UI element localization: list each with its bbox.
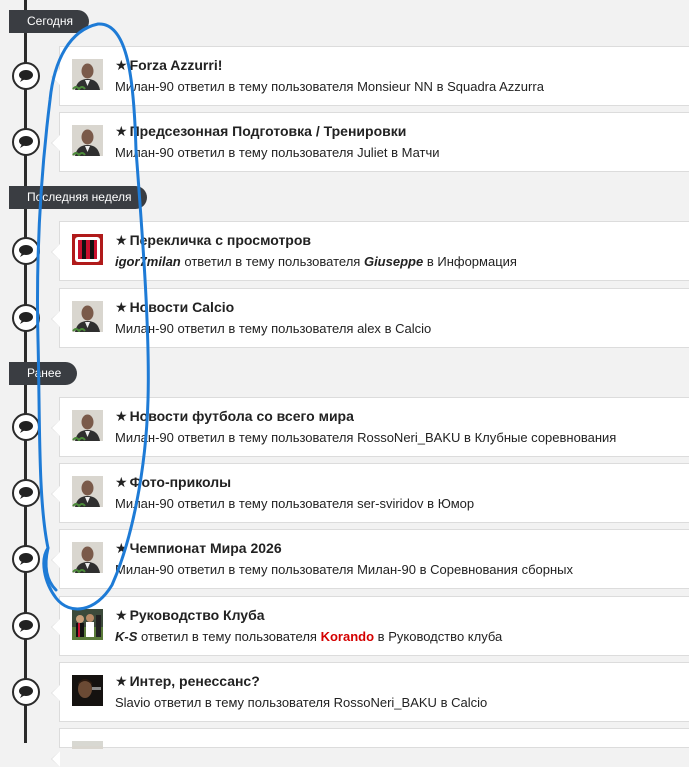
author-link[interactable]: Korando	[321, 629, 374, 644]
author-link[interactable]: alex	[357, 321, 381, 336]
user-link[interactable]: Милан-90	[115, 145, 174, 160]
avatar[interactable]	[72, 234, 103, 265]
star-icon: ★	[115, 408, 128, 424]
user-link[interactable]: Милан-90	[115, 430, 174, 445]
activity-card[interactable]: ★ Forza Azzurri! Милан-90 ответил в тему …	[51, 46, 689, 106]
activity-card-partial[interactable]	[51, 728, 689, 767]
forum-link[interactable]: Юмор	[438, 496, 474, 511]
author-link[interactable]: RossoNeri_BAKU	[357, 430, 460, 445]
author-link[interactable]: Giuseppe	[364, 254, 423, 269]
user-link[interactable]: Милан-90	[115, 562, 174, 577]
speech-bubble-icon	[12, 678, 40, 706]
activity-meta: Милан-90 ответил в тему пользователя Мил…	[115, 562, 574, 577]
author-link[interactable]: Милан-90	[357, 562, 416, 577]
activity-meta: Милан-90 ответил в тему пользователя ser…	[115, 496, 475, 511]
forum-link[interactable]: Calcio	[451, 695, 487, 710]
forum-link[interactable]: Соревнования сборных	[430, 562, 573, 577]
forum-link[interactable]: Calcio	[395, 321, 431, 336]
speech-bubble-icon	[12, 304, 40, 332]
author-link[interactable]: ser-sviridov	[357, 496, 423, 511]
forum-link[interactable]: Информация	[437, 254, 517, 269]
user-link[interactable]: Slavio	[115, 695, 150, 710]
user-link[interactable]: K-S	[115, 629, 137, 644]
avatar[interactable]	[72, 125, 103, 156]
speech-bubble-icon	[12, 237, 40, 265]
topic-title[interactable]: ★ Новости Calcio	[115, 299, 234, 316]
topic-title[interactable]: ★ Интер, ренессанс?	[115, 673, 260, 690]
topic-title[interactable]: ★ Руководство Клуба	[115, 607, 265, 624]
topic-title[interactable]: ★ Новости футбола со всего мира	[115, 408, 354, 425]
forum-link[interactable]: Руководство клуба	[388, 629, 502, 644]
avatar[interactable]	[72, 59, 103, 90]
speech-bubble-icon	[12, 479, 40, 507]
topic-title[interactable]: ★ Фото-приколы	[115, 474, 231, 491]
activity-meta: Милан-90 ответил в тему пользователя Jul…	[115, 145, 440, 160]
speech-bubble-icon	[12, 612, 40, 640]
star-icon: ★	[115, 540, 128, 556]
activity-card[interactable]: ★ Чемпионат Мира 2026 Милан-90 ответил в …	[51, 529, 689, 589]
star-icon: ★	[115, 232, 128, 248]
activity-meta: Милан-90 ответил в тему пользователя ale…	[115, 321, 432, 336]
activity-card[interactable]: ★ Предсезонная Подготовка / Тренировки Ми…	[51, 112, 689, 172]
activity-card[interactable]: ★ Перекличка с просмотров igor7milan отве…	[51, 221, 689, 281]
avatar[interactable]	[72, 675, 103, 706]
avatar[interactable]	[72, 410, 103, 441]
forum-link[interactable]: Squadra Azzurra	[447, 79, 544, 94]
activity-card[interactable]: ★ Фото-приколы Милан-90 ответил в тему по…	[51, 463, 689, 523]
activity-card[interactable]: ★ Новости футбола со всего мира Милан-90 …	[51, 397, 689, 457]
topic-title[interactable]: ★ Перекличка с просмотров	[115, 232, 311, 249]
user-link[interactable]: Милан-90	[115, 321, 174, 336]
forum-link[interactable]: Клубные соревнования	[475, 430, 617, 445]
activity-card[interactable]: ★ Новости Calcio Милан-90 ответил в тему …	[51, 288, 689, 348]
speech-bubble-icon	[12, 413, 40, 441]
star-icon: ★	[115, 57, 128, 73]
author-link[interactable]: RossoNeri_BAKU	[334, 695, 437, 710]
topic-title[interactable]: ★ Чемпионат Мира 2026	[115, 540, 282, 557]
forum-link[interactable]: Матчи	[402, 145, 440, 160]
activity-card[interactable]: ★ Руководство Клуба K-S ответил в тему по…	[51, 596, 689, 656]
speech-bubble-icon	[12, 545, 40, 573]
avatar[interactable]	[72, 741, 103, 749]
speech-bubble-icon	[12, 62, 40, 90]
section-label-today: Сегодня	[9, 10, 89, 33]
topic-title[interactable]: ★ Предсезонная Подготовка / Тренировки	[115, 123, 406, 140]
avatar[interactable]	[72, 301, 103, 332]
activity-meta: igor7milan ответил в тему пользователя G…	[115, 254, 517, 269]
section-label-earlier: Ранее	[9, 362, 78, 385]
star-icon: ★	[115, 123, 128, 139]
avatar[interactable]	[72, 609, 103, 640]
activity-meta: K-S ответил в тему пользователя Korando …	[115, 629, 503, 644]
user-link[interactable]: Милан-90	[115, 496, 174, 511]
activity-meta: Slavio ответил в тему пользователя Rosso…	[115, 695, 488, 710]
user-link[interactable]: igor7milan	[115, 254, 181, 269]
author-link[interactable]: Monsieur NN	[357, 79, 433, 94]
topic-title[interactable]: ★ Forza Azzurri!	[115, 57, 222, 74]
speech-bubble-icon	[12, 128, 40, 156]
star-icon: ★	[115, 299, 128, 315]
activity-card[interactable]: ★ Интер, ренессанс? Slavio ответил в тему…	[51, 662, 689, 722]
avatar[interactable]	[72, 476, 103, 507]
activity-meta: Милан-90 ответил в тему пользователя Ros…	[115, 430, 617, 445]
star-icon: ★	[115, 673, 128, 689]
author-link[interactable]: Juliet	[357, 145, 387, 160]
avatar[interactable]	[72, 542, 103, 573]
section-label-last-week: Последняя неделя	[9, 186, 148, 209]
user-link[interactable]: Милан-90	[115, 79, 174, 94]
activity-meta: Милан-90 ответил в тему пользователя Mon…	[115, 79, 544, 94]
star-icon: ★	[115, 607, 128, 623]
star-icon: ★	[115, 474, 128, 490]
